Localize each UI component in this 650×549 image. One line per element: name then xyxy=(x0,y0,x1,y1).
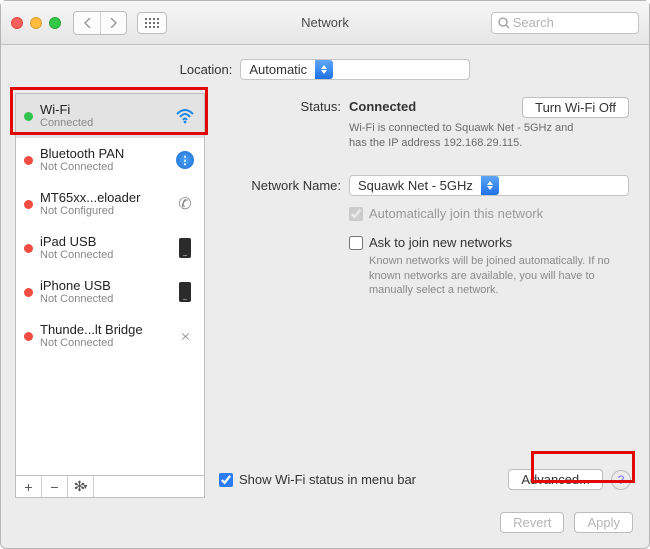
sidebar-item-wifi[interactable]: Wi-Fi Connected xyxy=(16,94,204,138)
status-label: Status: xyxy=(221,97,341,114)
window-footer: Revert Apply xyxy=(1,506,649,548)
device-icon xyxy=(174,282,196,302)
auto-join-label: Automatically join this network xyxy=(369,206,543,221)
interface-name: Wi-Fi xyxy=(40,102,174,118)
wifi-icon xyxy=(174,108,196,124)
status-dot-icon xyxy=(24,156,33,165)
interface-list: Wi-Fi Connected Bluetooth PAN Not Connec… xyxy=(15,93,205,475)
sidebar-item-thunderbolt-bridge[interactable]: Thunde...lt Bridge Not Connected xyxy=(16,314,204,358)
sidebar-item-iphone-usb[interactable]: iPhone USB Not Connected xyxy=(16,270,204,314)
ask-join-label: Ask to join new networks xyxy=(369,235,512,250)
device-icon xyxy=(174,238,196,258)
bluetooth-icon: ⋮ xyxy=(174,151,196,169)
interface-name: iPad USB xyxy=(40,234,174,250)
forward-button[interactable] xyxy=(100,12,126,34)
minimize-window-button[interactable] xyxy=(30,17,42,29)
nav-back-forward xyxy=(73,11,127,35)
ask-join-checkbox[interactable] xyxy=(349,236,363,250)
location-row: Location: Automatic xyxy=(1,45,649,83)
status-description: Wi-Fi is connected to Squawk Net - 5GHz … xyxy=(349,121,589,151)
help-button[interactable]: ? xyxy=(611,470,631,490)
interface-name: iPhone USB xyxy=(40,278,174,294)
search-input[interactable] xyxy=(513,15,632,30)
show-menubar-row: Show Wi-Fi status in menu bar xyxy=(219,472,416,487)
search-field[interactable] xyxy=(491,12,639,34)
interface-status: Not Configured xyxy=(40,205,174,218)
titlebar: Network xyxy=(1,1,649,45)
interface-name: Thunde...lt Bridge xyxy=(40,322,174,338)
auto-join-checkbox xyxy=(349,207,363,221)
interface-status: Not Connected xyxy=(40,293,174,306)
network-name-value: Squawk Net - 5GHz xyxy=(358,178,473,193)
apply-button[interactable]: Apply xyxy=(574,512,633,533)
remove-interface-button[interactable]: − xyxy=(42,476,68,497)
status-dot-icon xyxy=(24,112,33,121)
interface-status: Not Connected xyxy=(40,337,174,350)
window-controls xyxy=(11,17,61,29)
interface-status: Not Connected xyxy=(40,249,174,262)
chevron-updown-icon xyxy=(481,176,499,195)
status-dot-icon xyxy=(24,244,33,253)
status-dot-icon xyxy=(24,332,33,341)
interface-status: Not Connected xyxy=(40,161,174,174)
search-icon xyxy=(498,17,509,29)
show-all-prefs-button[interactable] xyxy=(137,12,167,34)
interface-name: MT65xx...eloader xyxy=(40,190,174,206)
interface-list-footer: + − ✻▾ xyxy=(15,475,205,498)
revert-button[interactable]: Revert xyxy=(500,512,564,533)
sidebar-item-bluetooth-pan[interactable]: Bluetooth PAN Not Connected ⋮ xyxy=(16,138,204,182)
network-name-label: Network Name: xyxy=(221,178,341,193)
location-value: Automatic xyxy=(249,62,307,77)
network-name-select[interactable]: Squawk Net - 5GHz xyxy=(349,175,629,196)
advanced-button[interactable]: Advanced... xyxy=(508,469,603,490)
auto-join-checkbox-row: Automatically join this network xyxy=(349,206,629,221)
show-menubar-checkbox[interactable] xyxy=(219,473,233,487)
show-menubar-label: Show Wi-Fi status in menu bar xyxy=(239,472,416,487)
status-value: Connected xyxy=(349,97,416,114)
ask-join-description: Known networks will be joined automatica… xyxy=(369,254,629,299)
status-dot-icon xyxy=(24,288,33,297)
bridge-icon xyxy=(174,334,196,339)
status-dot-icon xyxy=(24,200,33,209)
interface-actions-menu[interactable]: ✻▾ xyxy=(68,476,94,497)
interface-name: Bluetooth PAN xyxy=(40,146,174,162)
ask-join-checkbox-row: Ask to join new networks xyxy=(349,235,629,250)
location-select[interactable]: Automatic xyxy=(240,59,470,80)
telephony-icon: ✆ xyxy=(174,194,196,214)
location-label: Location: xyxy=(180,62,233,77)
chevron-updown-icon xyxy=(315,60,333,79)
detail-panel: Status: Connected Turn Wi-Fi Off Wi-Fi i… xyxy=(215,93,635,498)
close-window-button[interactable] xyxy=(11,17,23,29)
sidebar-item-ipad-usb[interactable]: iPad USB Not Connected xyxy=(16,226,204,270)
back-button[interactable] xyxy=(74,12,100,34)
zoom-window-button[interactable] xyxy=(49,17,61,29)
add-interface-button[interactable]: + xyxy=(16,476,42,497)
sidebar-item-mt65xx[interactable]: MT65xx...eloader Not Configured ✆ xyxy=(16,182,204,226)
interface-status: Connected xyxy=(40,117,174,130)
turn-wifi-off-button[interactable]: Turn Wi-Fi Off xyxy=(522,97,629,118)
